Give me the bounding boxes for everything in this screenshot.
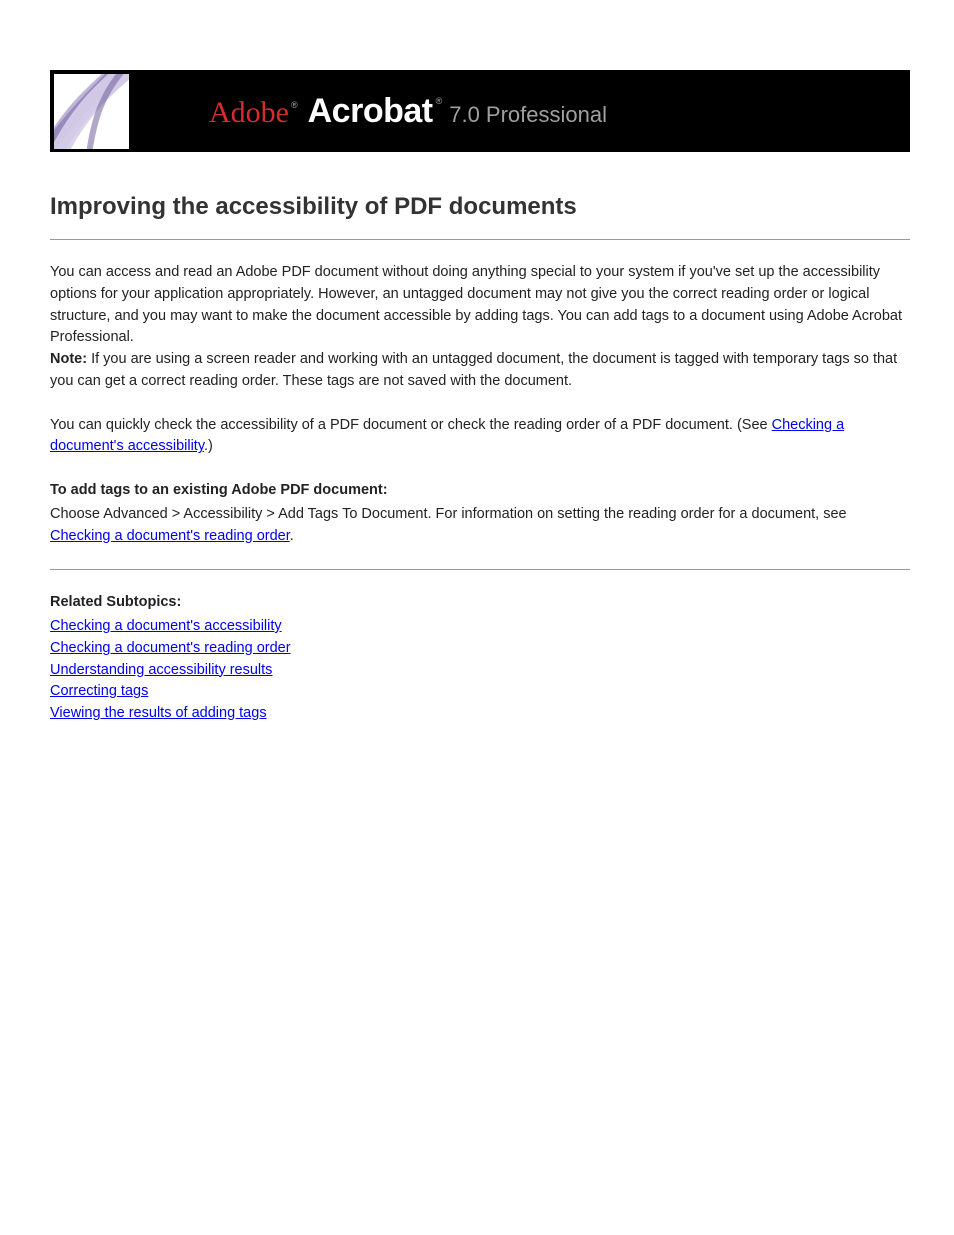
page-title: Improving the accessibility of PDF docum… (50, 193, 910, 221)
reg-mark-1: ® (291, 100, 298, 110)
note-label: Note: (50, 351, 91, 367)
brand-acrobat: Acrobat (308, 92, 433, 131)
divider-bottom (50, 569, 910, 570)
p2-after: .) (204, 438, 213, 454)
related-subtopics-heading: Related Subtopics: (50, 592, 910, 614)
subtopic-link[interactable]: Understanding accessibility results (50, 662, 272, 678)
reg-mark-2: ® (436, 96, 443, 106)
subtopic-link[interactable]: Checking a document's accessibility (50, 618, 282, 634)
subtopics-list: Checking a document's accessibility Chec… (50, 616, 910, 725)
to-add-tags-body: Choose Advanced > Accessibility > Add Ta… (50, 504, 910, 548)
subtopic-link[interactable]: Checking a document's reading order (50, 640, 291, 656)
note-text: If you are using a screen reader and wor… (50, 351, 897, 389)
link-check-reading-order-inline[interactable]: Checking a document's reading order (50, 528, 290, 544)
content-area: Improving the accessibility of PDF docum… (50, 193, 910, 725)
paragraph-1: You can access and read an Adobe PDF doc… (50, 262, 910, 393)
product-icon (54, 74, 129, 149)
banner-text-group: Adobe ® Acrobat ® 7.0 Professional (209, 92, 607, 131)
p2-intro: You can quickly check the accessibility … (50, 417, 772, 433)
divider-top (50, 239, 910, 240)
brand-adobe: Adobe (209, 96, 289, 130)
to-add-tags-heading: To add tags to an existing Adobe PDF doc… (50, 480, 910, 502)
product-version: 7.0 Professional (449, 102, 607, 128)
subtopic-link[interactable]: Correcting tags (50, 683, 148, 699)
step-after: . (290, 528, 294, 544)
subtopic-link[interactable]: Viewing the results of adding tags (50, 705, 267, 721)
step-intro: Choose Advanced > Accessibility > Add Ta… (50, 506, 847, 522)
product-banner: Adobe ® Acrobat ® 7.0 Professional (50, 70, 910, 152)
p1-main: You can access and read an Adobe PDF doc… (50, 264, 902, 345)
body-text: You can access and read an Adobe PDF doc… (50, 262, 910, 725)
paragraph-2: You can quickly check the accessibility … (50, 415, 910, 459)
